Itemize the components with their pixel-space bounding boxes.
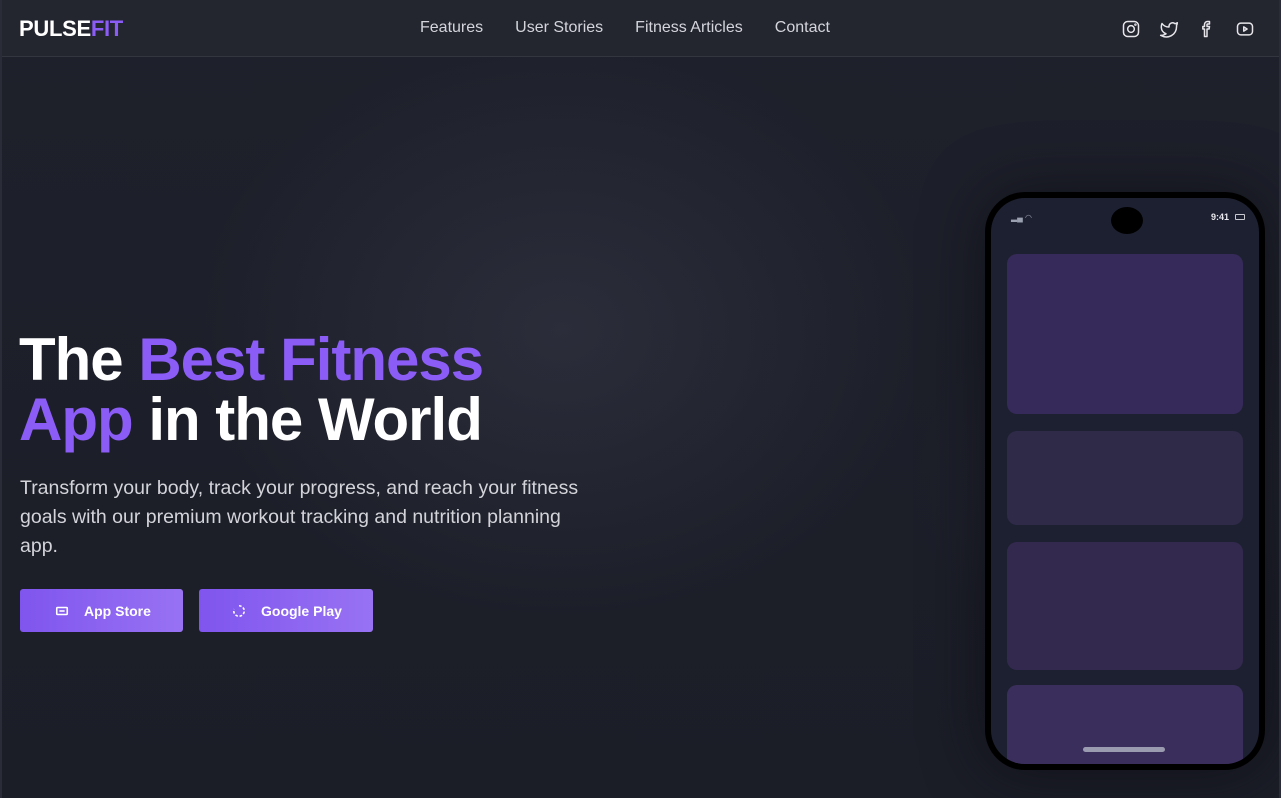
nav-link-fitness-articles[interactable]: Fitness Articles — [635, 19, 743, 37]
phone-time: 9:41 — [1210, 212, 1229, 222]
signal-wifi-icon: ▂▄ ◠ — [1011, 213, 1033, 222]
instagram-icon[interactable] — [1119, 17, 1143, 41]
google-play-icon — [231, 603, 247, 619]
landing-page: PULSEFIT Features User Stories Fitness A… — [0, 0, 1281, 798]
brand-logo[interactable]: PULSEFIT — [19, 16, 123, 42]
social-links — [1119, 17, 1257, 41]
app-store-button[interactable]: App Store — [20, 589, 183, 632]
nav-link-contact[interactable]: Contact — [775, 19, 830, 37]
battery-icon — [1235, 214, 1245, 220]
logo-text-accent: FIT — [90, 16, 123, 41]
phone-card-2 — [1007, 431, 1243, 525]
phone-card-1 — [1007, 254, 1243, 414]
hero-title-rest: in the World — [148, 386, 483, 453]
youtube-icon[interactable] — [1233, 17, 1257, 41]
hero-title-line-1: The Best Fitness — [19, 330, 484, 390]
app-store-icon — [54, 603, 70, 619]
hero-title-accent-2: App — [19, 386, 134, 453]
nav-links: Features User Stories Fitness Articles C… — [420, 19, 830, 37]
phone-home-indicator — [1083, 747, 1165, 752]
download-buttons: App Store Google Play — [20, 589, 373, 632]
nav-link-features[interactable]: Features — [420, 19, 483, 37]
hero-title: The Best Fitness App in the World — [19, 330, 484, 450]
phone-mockup: ▂▄ ◠ 9:41 — [985, 192, 1265, 770]
hero-title-accent: Best Fitness — [138, 326, 484, 393]
phone-screen: ▂▄ ◠ 9:41 — [991, 198, 1259, 764]
facebook-icon[interactable] — [1195, 17, 1219, 41]
phone-card-3 — [1007, 542, 1243, 670]
hero-subtitle: Transform your body, track your progress… — [20, 477, 579, 557]
google-play-button[interactable]: Google Play — [199, 589, 373, 632]
google-play-label: Google Play — [261, 602, 342, 619]
nav-link-user-stories[interactable]: User Stories — [515, 19, 603, 37]
hero-title-line-2: App in the World — [19, 390, 483, 450]
logo-text-primary: PULSE — [19, 16, 91, 41]
phone-card-4 — [1007, 685, 1243, 764]
hero-title-word: The — [19, 326, 124, 393]
top-navbar: PULSEFIT Features User Stories Fitness A… — [2, 0, 1279, 57]
phone-camera-notch — [1111, 207, 1143, 234]
app-store-label: App Store — [84, 602, 151, 619]
twitter-icon[interactable] — [1157, 17, 1181, 41]
